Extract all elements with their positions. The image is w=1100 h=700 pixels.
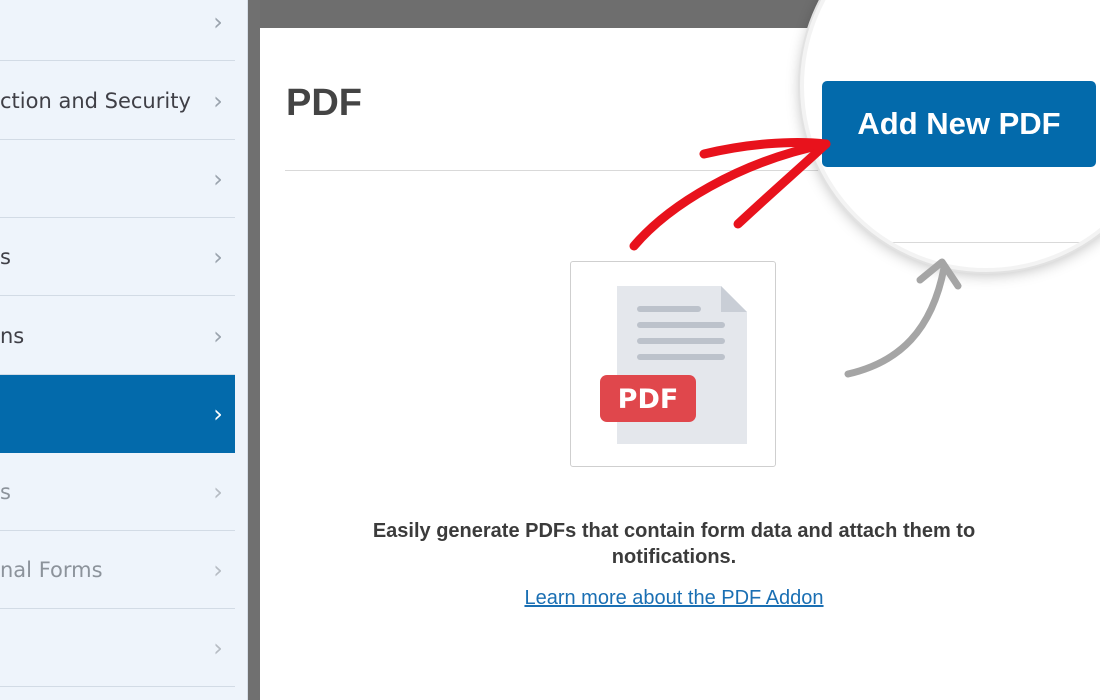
- chevron-right-icon: ›: [213, 321, 223, 350]
- pdf-badge-label: PDF: [618, 384, 679, 415]
- chevron-right-icon: ›: [213, 633, 223, 662]
- chevron-right-icon: ›: [213, 164, 223, 193]
- sidebar-item-label: nal Forms: [0, 557, 103, 582]
- sidebar-item-label: s: [0, 244, 11, 269]
- magnified-divider: [874, 242, 1100, 243]
- sidebar-item-label: s: [0, 479, 11, 504]
- empty-state-description: Easily generate PDFs that contain form d…: [372, 520, 976, 568]
- sidebar-item-9[interactable]: ›: [0, 609, 235, 687]
- learn-more-link[interactable]: Learn more about the PDF Addon: [360, 587, 988, 610]
- sidebar-item-3[interactable]: ›: [0, 140, 235, 218]
- chevron-right-icon: ›: [213, 242, 223, 271]
- pdf-document-icon: PDF: [600, 286, 747, 444]
- sidebar-item-notifications[interactable]: s ›: [0, 218, 235, 296]
- sidebar-item-pdf[interactable]: ›: [0, 375, 235, 453]
- chevron-right-icon: ›: [213, 477, 223, 506]
- sidebar-item-conversational-forms[interactable]: nal Forms ›: [0, 531, 235, 609]
- sidebar-item-label: ction and Security: [0, 88, 191, 113]
- chevron-right-icon: ›: [213, 7, 223, 36]
- chevron-right-icon: ›: [213, 399, 223, 428]
- chevron-right-icon: ›: [213, 555, 223, 584]
- chevron-right-icon: ›: [213, 86, 223, 115]
- sidebar-item-confirmations[interactable]: ns ›: [0, 297, 235, 375]
- sidebar-item-spam-protection-security[interactable]: ction and Security ›: [0, 62, 235, 140]
- sidebar-item-7[interactable]: s ›: [0, 453, 235, 531]
- page-title: PDF: [286, 82, 362, 124]
- sidebar-item-label: ns: [0, 323, 25, 348]
- window-frame-left: [248, 0, 260, 700]
- pdf-illustration-card: PDF: [570, 261, 776, 467]
- screen: › ction and Security › › s › ns › › s › …: [0, 0, 1100, 700]
- sidebar-item-1[interactable]: ›: [0, 0, 235, 61]
- add-new-pdf-button[interactable]: Add New PDF: [822, 81, 1096, 167]
- settings-sidebar: › ction and Security › › s › ns › › s › …: [0, 0, 248, 700]
